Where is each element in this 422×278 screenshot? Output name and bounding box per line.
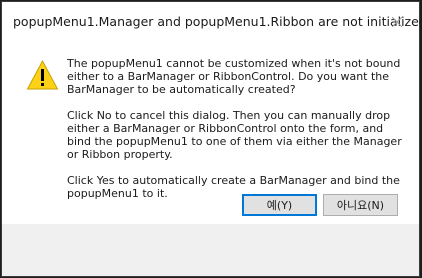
close-icon	[392, 17, 402, 27]
no-button[interactable]: 아니요(N)	[323, 194, 398, 216]
message-paragraph-1: The popupMenu1 cannot be customized when…	[67, 57, 401, 96]
message-paragraph-2: Click No to cancel this dialog. Then you…	[67, 109, 402, 161]
yes-button[interactable]: 예(Y)	[242, 194, 317, 216]
title-bar[interactable]: popupMenu1.Manager and popupMenu1.Ribbon…	[2, 2, 422, 42]
dialog-title: popupMenu1.Manager and popupMenu1.Ribbon…	[13, 14, 422, 29]
close-button[interactable]	[375, 2, 419, 42]
message-text: The popupMenu1 cannot be customized when…	[67, 57, 402, 213]
message-dialog: popupMenu1.Manager and popupMenu1.Ribbon…	[1, 1, 422, 277]
warning-icon	[26, 59, 59, 90]
